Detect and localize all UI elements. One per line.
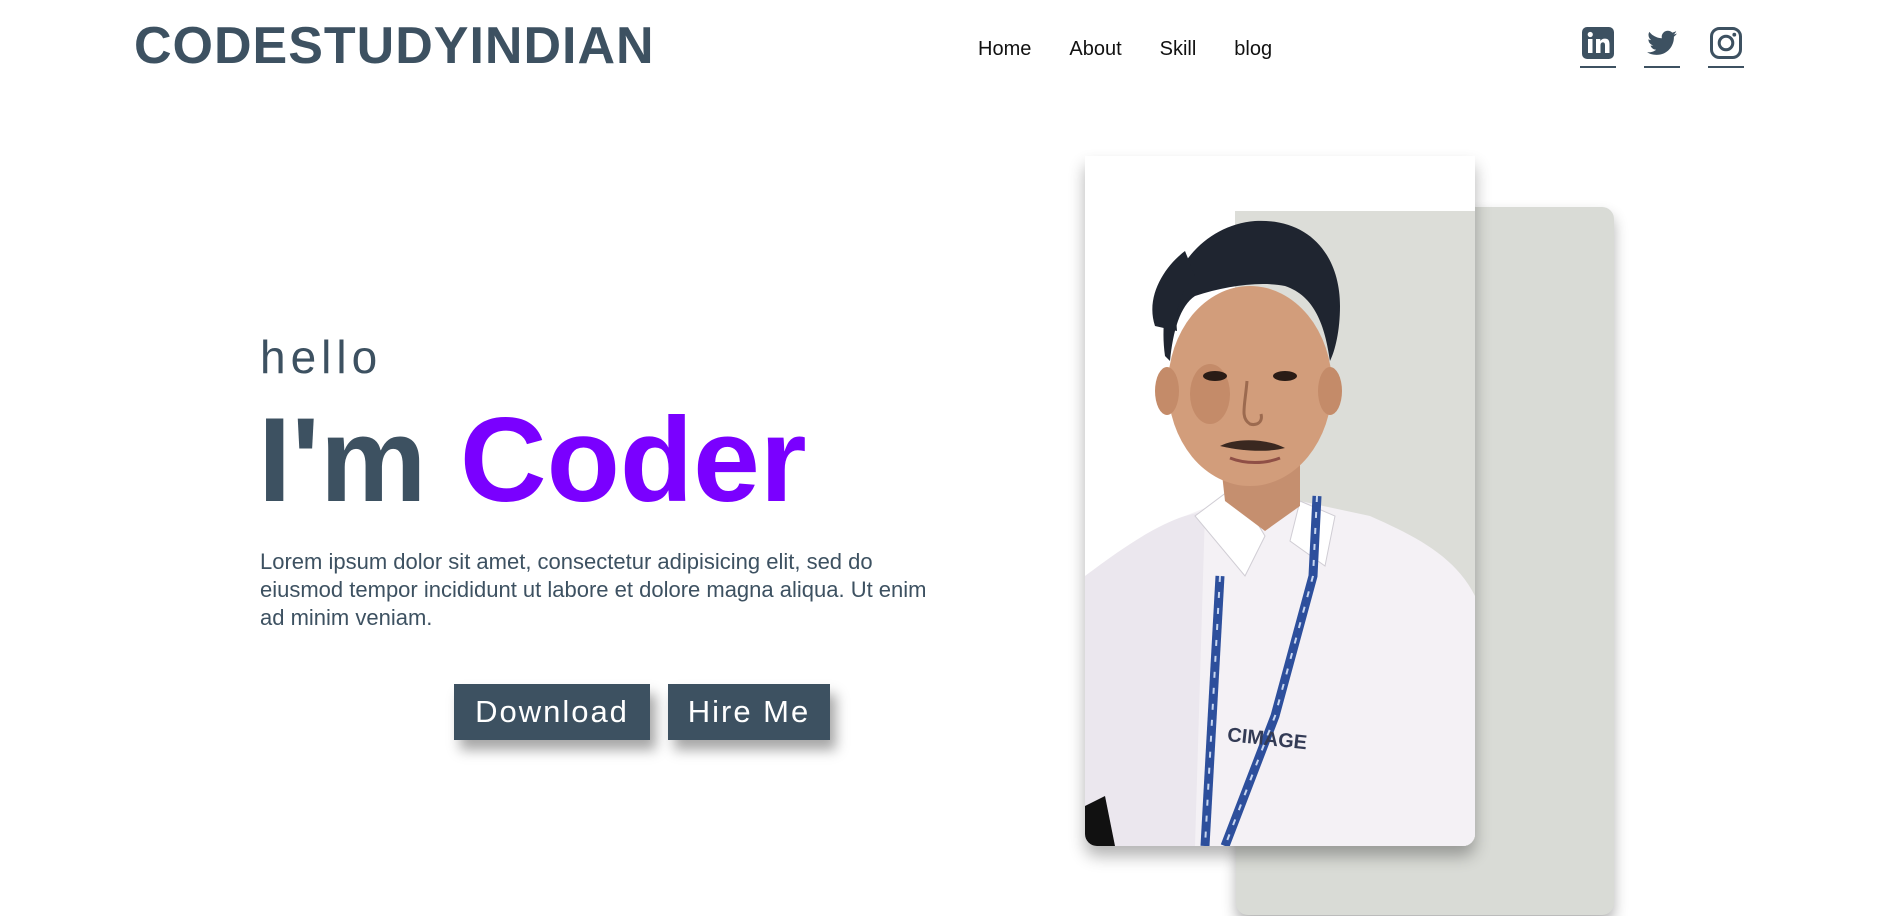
hire-me-button[interactable]: Hire Me <box>668 684 830 740</box>
download-button[interactable]: Download <box>454 684 650 740</box>
nav-blog-link[interactable]: blog <box>1234 38 1272 61</box>
hero-headline: I'm Coder <box>258 400 807 520</box>
instagram-icon[interactable] <box>1708 26 1744 68</box>
nav-home-link[interactable]: Home <box>978 38 1031 61</box>
social-links <box>1580 26 1772 68</box>
greeting-text: hello <box>260 331 383 383</box>
main-nav: Home About Skill blog <box>978 38 1310 61</box>
profile-photo: CIMAGE <box>1085 156 1475 846</box>
nav-about-link[interactable]: About <box>1069 38 1121 61</box>
headline-accent: Coder <box>459 393 807 527</box>
site-logo[interactable]: CODESTUDYINDIAN <box>134 20 655 72</box>
headline-prefix: I'm <box>258 393 427 527</box>
nav-skill-link[interactable]: Skill <box>1160 38 1197 61</box>
hero-description: Lorem ipsum dolor sit amet, consectetur … <box>260 549 927 630</box>
page: CODESTUDYINDIAN Home About Skill blog he… <box>0 0 1890 916</box>
twitter-icon[interactable] <box>1644 26 1680 68</box>
linkedin-icon[interactable] <box>1580 26 1616 68</box>
